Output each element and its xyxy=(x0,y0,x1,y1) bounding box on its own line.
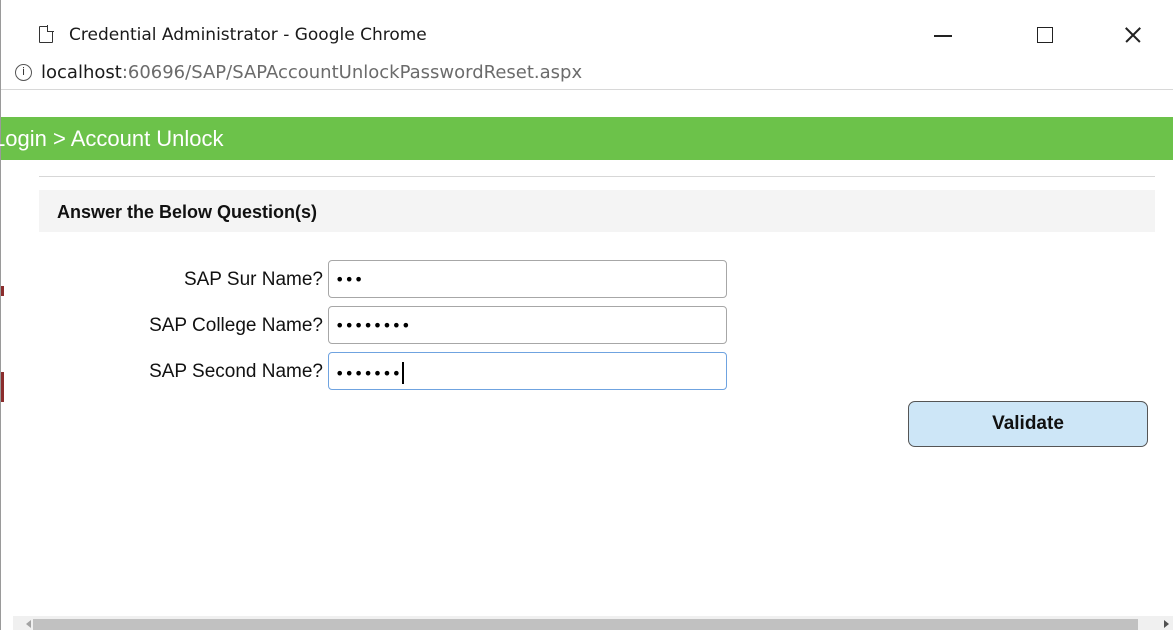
masked-value: •••••••• xyxy=(335,316,411,335)
masked-value: ••• xyxy=(335,270,364,289)
title-bar[interactable]: Credential Administrator - Google Chrome xyxy=(1,0,1173,58)
window-title: Credential Administrator - Google Chrome xyxy=(69,25,427,45)
section-header: Answer the Below Question(s) xyxy=(39,190,1155,232)
second-name-answer-input[interactable]: ••••••• xyxy=(328,352,727,390)
breadcrumb: Login > Account Unlock xyxy=(0,126,224,151)
page-icon xyxy=(39,25,54,43)
question-label-sur-name: SAP Sur Name? xyxy=(183,269,323,290)
browser-window: Credential Administrator - Google Chrome… xyxy=(0,0,1173,630)
info-icon[interactable]: i xyxy=(15,64,32,81)
scroll-left-arrow-icon[interactable] xyxy=(26,620,31,628)
section-title: Answer the Below Question(s) xyxy=(57,202,318,222)
question-label-college-name: SAP College Name? xyxy=(149,315,323,336)
url-host: localhost xyxy=(41,62,122,83)
window-edge-mark xyxy=(1,372,4,402)
text-caret xyxy=(402,362,404,384)
masked-value: ••••••• xyxy=(335,362,404,384)
address-bar[interactable]: i localhost:60696/SAP/SAPAccountUnlockPa… xyxy=(1,58,1173,90)
url-text[interactable]: localhost:60696/SAP/SAPAccountUnlockPass… xyxy=(41,62,582,83)
url-path: :60696/SAP/SAPAccountUnlockPasswordReset… xyxy=(121,62,583,83)
scroll-right-arrow-icon[interactable] xyxy=(1164,620,1169,628)
close-icon[interactable] xyxy=(1109,14,1155,54)
question-label-second-name: SAP Second Name? xyxy=(149,361,323,382)
horizontal-scrollbar[interactable] xyxy=(13,616,1173,630)
sur-name-answer-input[interactable]: ••• xyxy=(328,260,727,298)
masked-text: ••••••• xyxy=(335,364,402,383)
page-header: Login > Account Unlock xyxy=(0,117,1173,160)
window-edge-mark xyxy=(1,286,4,296)
validate-button[interactable]: Validate xyxy=(908,401,1148,447)
scrollbar-thumb[interactable] xyxy=(33,619,1138,630)
minimize-icon[interactable] xyxy=(921,14,967,54)
divider xyxy=(39,176,1155,177)
maximize-icon[interactable] xyxy=(1021,14,1067,54)
college-name-answer-input[interactable]: •••••••• xyxy=(328,306,727,344)
